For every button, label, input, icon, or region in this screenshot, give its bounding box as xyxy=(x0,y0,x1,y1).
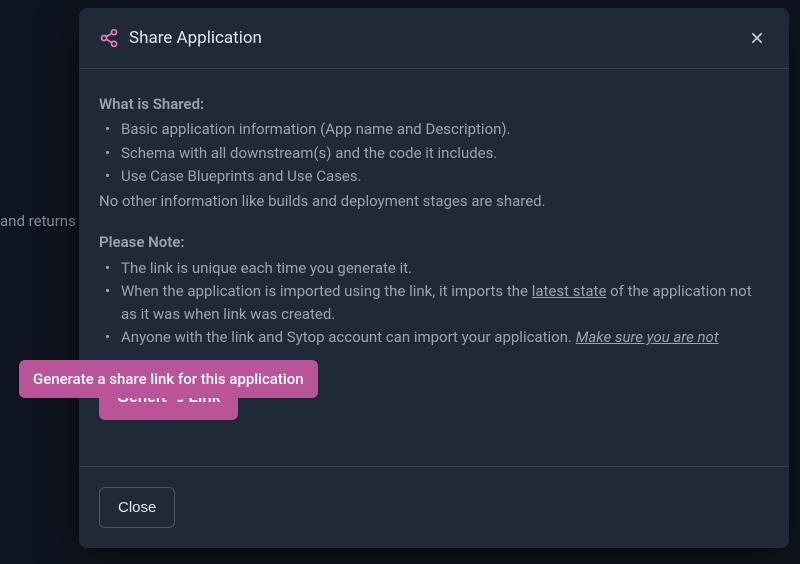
latest-state-emphasis: latest state xyxy=(532,282,607,300)
please-note-heading: Please Note: xyxy=(99,231,769,254)
generate-link-tooltip: Generate a share link for this applicati… xyxy=(19,360,318,398)
list-item: Use Case Blueprints and Use Cases. xyxy=(99,165,769,188)
note-text: When the application is imported using t… xyxy=(121,282,532,300)
modal-title: Share Application xyxy=(129,28,745,48)
shared-footer-note: No other information like builds and dep… xyxy=(99,190,769,213)
modal-body: What is Shared: Basic application inform… xyxy=(79,69,789,466)
what-is-shared-list: Basic application information (App name … xyxy=(99,118,769,188)
modal-footer: Close xyxy=(79,466,789,548)
list-item: The link is unique each time you generat… xyxy=(99,257,769,280)
what-is-shared-heading: What is Shared: xyxy=(99,93,769,116)
list-item: When the application is imported using t… xyxy=(99,280,769,327)
close-icon-button[interactable] xyxy=(745,26,769,50)
modal-header: Share Application xyxy=(79,8,789,69)
list-item: Anyone with the link and Sytop account c… xyxy=(99,326,769,349)
list-item: Schema with all downstream(s) and the co… xyxy=(99,142,769,165)
close-button[interactable]: Close xyxy=(99,487,175,528)
close-icon xyxy=(749,30,765,46)
warning-emphasis: Make sure you are not xyxy=(576,328,719,346)
background-truncated-text: and returns xyxy=(0,212,76,230)
note-text: Anyone with the link and Sytop account c… xyxy=(121,328,576,346)
list-item: Basic application information (App name … xyxy=(99,118,769,141)
app-backdrop: and returns Share Application xyxy=(0,0,800,564)
please-note-list: The link is unique each time you generat… xyxy=(99,257,769,350)
share-application-modal: Share Application What is Shared: Basic … xyxy=(79,8,789,548)
share-icon xyxy=(99,28,119,48)
